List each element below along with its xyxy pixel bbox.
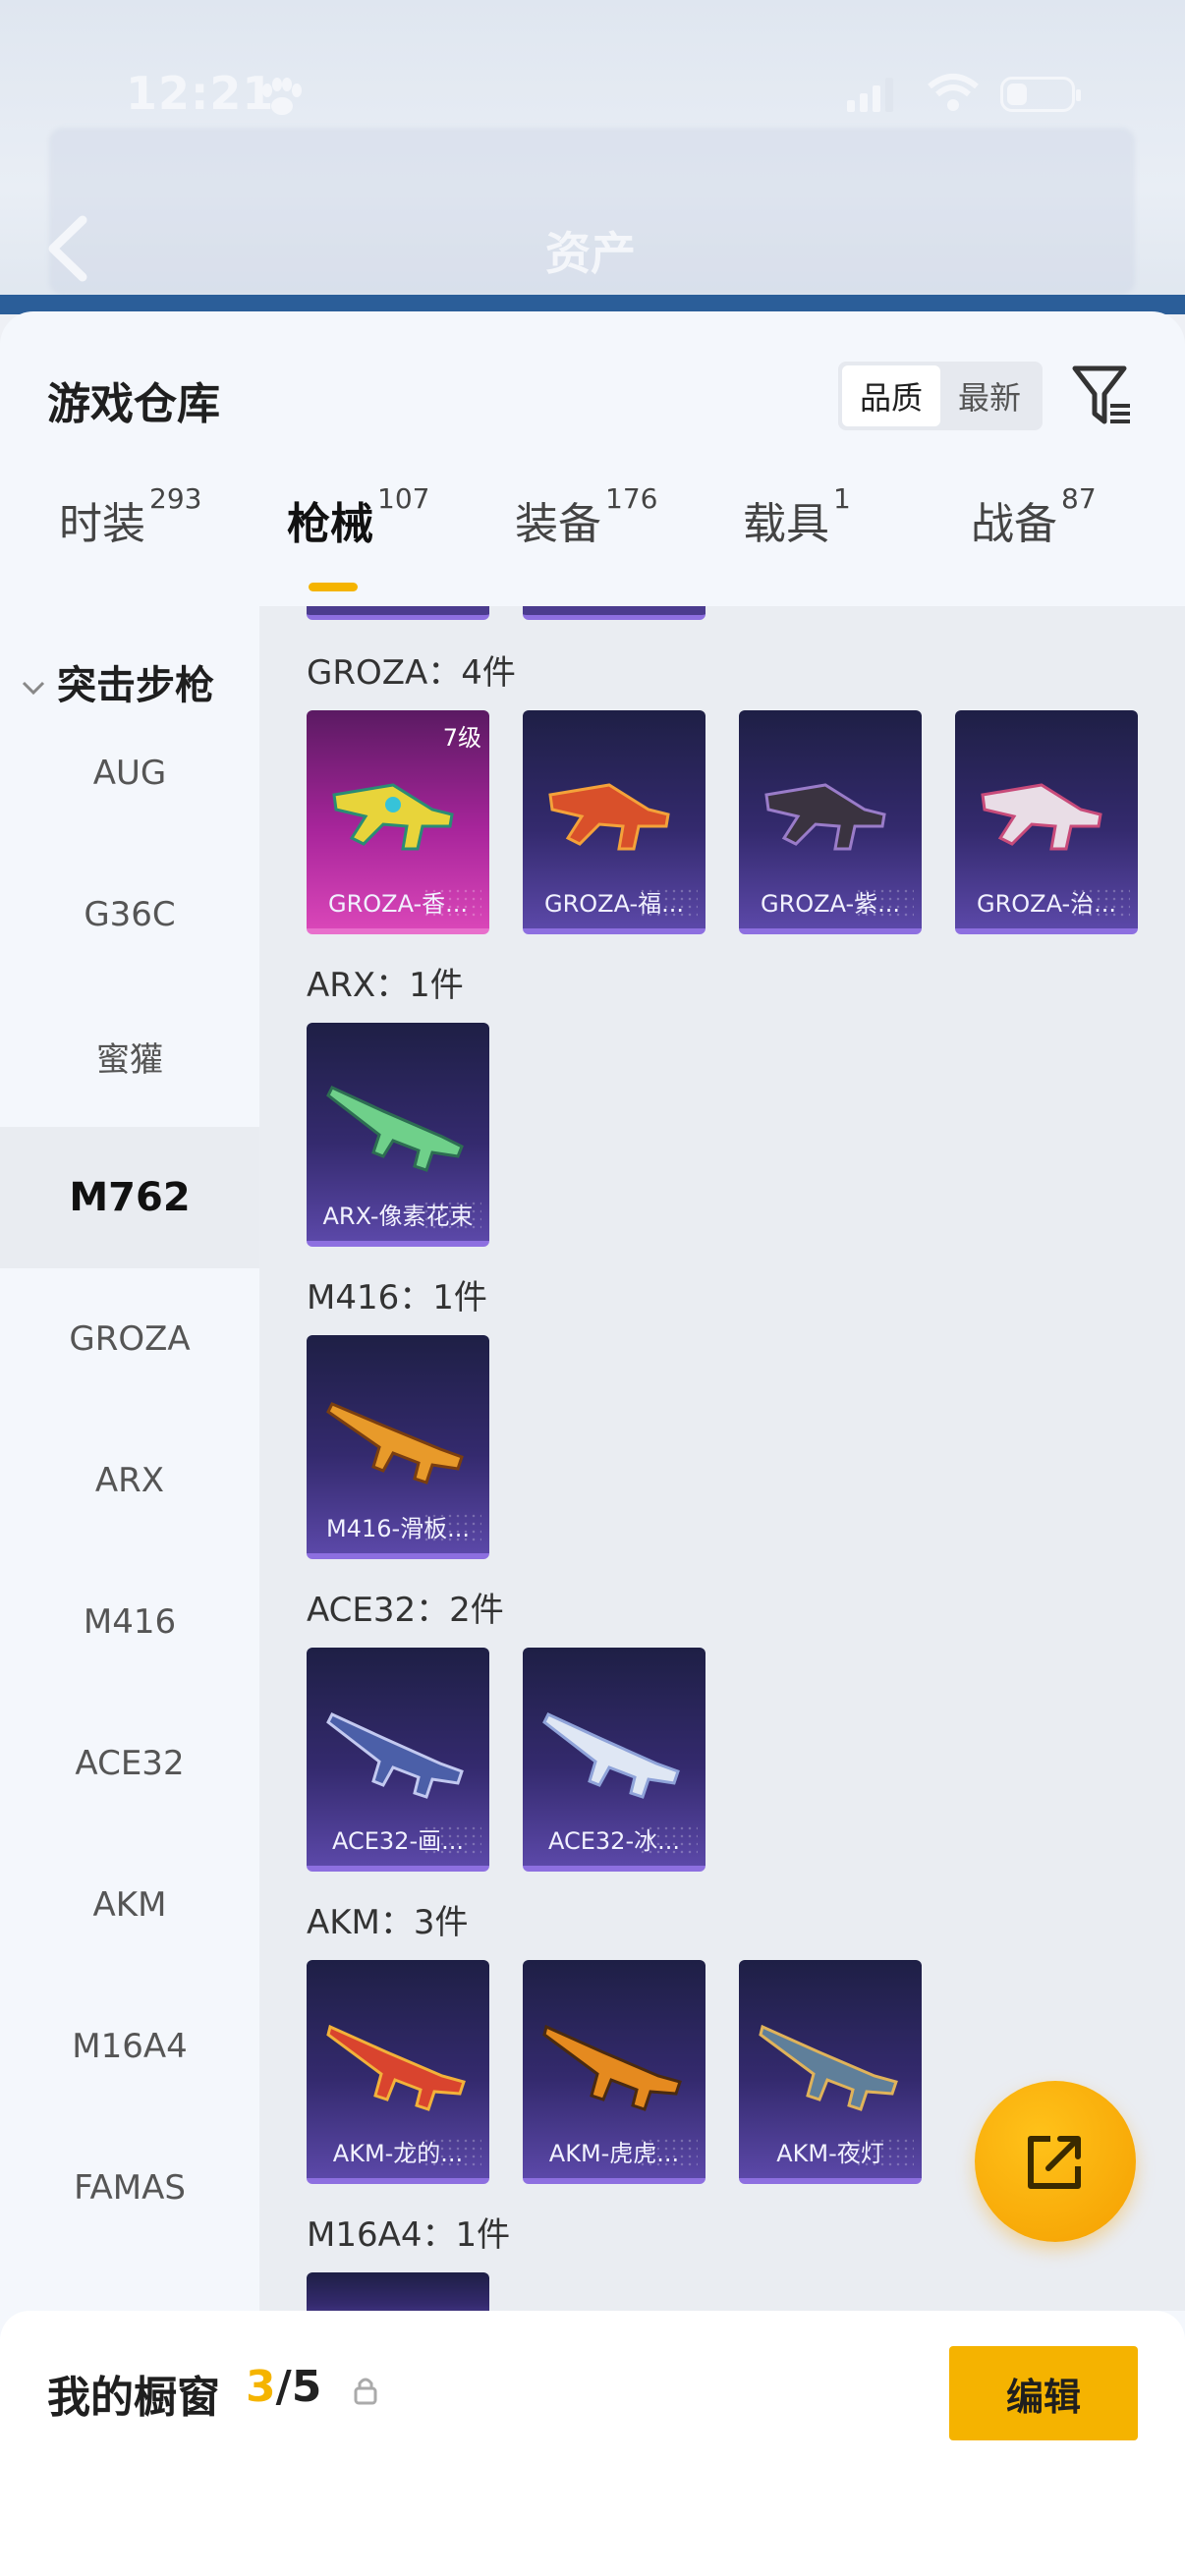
filter-icon[interactable] [1071, 363, 1134, 427]
group-title-arx: ARX：1件 [307, 966, 464, 1005]
group-title-m16a4: M16A4：1件 [307, 2215, 511, 2255]
showcase-label: 我的橱窗 [47, 2373, 220, 2423]
groza-skin-icon [981, 783, 1102, 851]
weapon-card[interactable]: AKM-虎虎... [523, 1960, 705, 2184]
weapon-card[interactable]: ARX-像素花束 [307, 1023, 489, 1247]
wifi-icon [928, 74, 979, 111]
weapon-sidebar: 突击步枪 AUG G36C 蜜獾 M762 GROZA ARX M416 ACE… [0, 606, 259, 2311]
sidebar-item-m16a4[interactable]: M16A4 [0, 1976, 259, 2117]
edit-button[interactable]: 编辑 [949, 2346, 1138, 2440]
ace32-skin-icon [542, 1712, 680, 1799]
card-stub [307, 606, 489, 620]
share-button[interactable] [975, 2081, 1136, 2242]
top-header: 12:21 资产 [0, 0, 1185, 314]
weapon-card[interactable]: AKM-夜灯 [739, 1960, 922, 2184]
weapon-card[interactable]: 7级 GROZA-香... [307, 710, 489, 934]
signal-icon [847, 78, 893, 112]
weapon-card[interactable]: GROZA-紫... [739, 710, 922, 934]
arx-skin-icon [326, 1086, 464, 1172]
card-stub [523, 606, 705, 620]
sidebar-item-groza[interactable]: GROZA [0, 1268, 259, 1410]
sheet-title: 游戏仓库 [47, 379, 220, 429]
showcase-count: 3/5 [246, 2362, 322, 2412]
weapon-card[interactable]: AKM-龙的... [307, 1960, 489, 2184]
sort-toggle: 品质 最新 [838, 362, 1043, 430]
group-title-ace32: ACE32：2件 [307, 1591, 504, 1630]
weapon-card[interactable]: GROZA-福... [523, 710, 705, 934]
akm-skin-icon [326, 2024, 466, 2111]
sidebar-item-g36c[interactable]: G36C [0, 844, 259, 985]
sidebar-item-ace32[interactable]: ACE32 [0, 1693, 259, 1834]
chevron-down-icon [22, 681, 45, 696]
akm-skin-icon [542, 2024, 682, 2111]
paw-icon [262, 78, 302, 115]
weapon-grid: GROZA：4件 7级 GROZA-香... GROZA-福... GROZA-… [259, 606, 1185, 2311]
level-badge: 7级 [442, 724, 481, 752]
tab-supplies[interactable]: 战备87 [971, 482, 1097, 551]
weapon-card[interactable] [307, 2272, 489, 2311]
battery-icon [1000, 77, 1081, 112]
lock-icon [354, 2378, 377, 2405]
share-icon [1028, 2136, 1081, 2189]
sidebar-item-arx[interactable]: ARX [0, 1410, 259, 1551]
groza-skin-icon [764, 783, 886, 851]
sidebar-item-m762[interactable]: M762 [0, 1127, 259, 1268]
ace32-skin-icon [326, 1712, 464, 1799]
weapon-card[interactable]: M416-滑板... [307, 1335, 489, 1559]
sidebar-item-honey-badger[interactable]: 蜜獾 [0, 985, 259, 1127]
showcase-bar: 我的橱窗 3/5 编辑 [0, 2311, 1185, 2576]
sidebar-item-akm[interactable]: AKM [0, 1834, 259, 1976]
tab-vehicles[interactable]: 载具1 [743, 482, 851, 551]
group-title-m416: M416：1件 [307, 1278, 487, 1317]
sort-newest-button[interactable]: 最新 [940, 365, 1039, 426]
page-title: 资产 [545, 227, 636, 280]
warehouse-sheet: 游戏仓库 品质 最新 时装293 枪械107 装备176 载具1 战备87 突击… [0, 311, 1185, 2576]
tab-guns[interactable]: 枪械107 [287, 482, 429, 551]
groza-skin-icon [332, 783, 454, 851]
status-time: 12:21 [126, 67, 275, 120]
back-arrow-icon[interactable] [43, 214, 92, 283]
groza-skin-icon [548, 783, 670, 851]
weapon-card[interactable]: ACE32-冰... [523, 1648, 705, 1872]
group-title-akm: AKM：3件 [307, 1903, 469, 1942]
tab-equipment[interactable]: 装备176 [515, 482, 657, 551]
group-title-groza: GROZA：4件 [307, 653, 516, 693]
sidebar-item-famas[interactable]: FAMAS [0, 2117, 259, 2259]
sort-quality-button[interactable]: 品质 [842, 365, 940, 426]
akm-skin-icon [759, 2024, 898, 2111]
weapon-card[interactable]: GROZA-治... [955, 710, 1138, 934]
active-tab-indicator [309, 583, 358, 591]
weapon-card[interactable]: ACE32-画... [307, 1648, 489, 1872]
sidebar-item-m416[interactable]: M416 [0, 1551, 259, 1693]
category-tabs: 时装293 枪械107 装备176 载具1 战备87 [0, 482, 1185, 596]
sidebar-item-aug[interactable]: AUG [0, 702, 259, 844]
m416-skin-icon [326, 1402, 464, 1484]
tab-fashion[interactable]: 时装293 [59, 482, 201, 551]
